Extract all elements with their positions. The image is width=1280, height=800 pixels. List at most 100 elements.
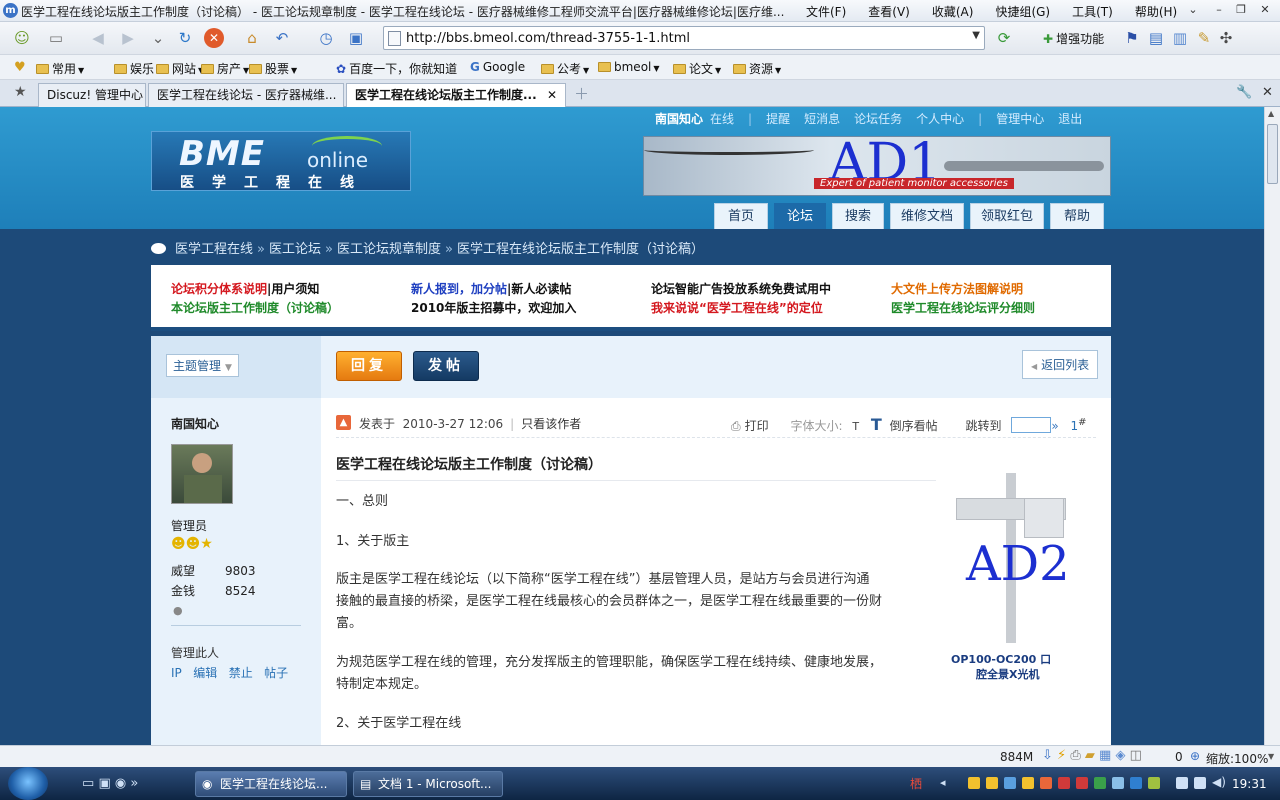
reply-button[interactable]: 回复	[336, 351, 402, 381]
notice-link[interactable]: 论坛智能广告投放系统免费试用中	[651, 280, 831, 297]
favorite-item[interactable]: 论文 ▼	[673, 60, 721, 77]
breadcrumb-item[interactable]: 医学工程在线论坛版主工作制度（讨论稿）	[457, 242, 704, 257]
home-icon[interactable]: ⌂	[240, 27, 264, 49]
start-button[interactable]	[8, 767, 48, 800]
breadcrumb-item[interactable]: 医学工程在线	[175, 242, 253, 257]
scroll-up-arrow-icon[interactable]: ▲	[1268, 109, 1274, 118]
top-link[interactable]: 管理中心	[996, 112, 1044, 126]
mail-icon[interactable]	[1112, 777, 1124, 789]
close-window-button[interactable]: ✕	[1256, 2, 1274, 18]
favorite-item[interactable]: 公考 ▼	[541, 60, 589, 77]
favorite-item[interactable]: 资源 ▼	[733, 60, 781, 77]
security-icon[interactable]	[1040, 777, 1052, 789]
qq-icon[interactable]	[1022, 777, 1034, 789]
forward-arrow-icon[interactable]: ▶	[116, 27, 140, 49]
site-logo[interactable]: BME online 医学工程在线	[151, 131, 411, 191]
shield-icon[interactable]	[1094, 777, 1106, 789]
notice-link[interactable]: 医学工程在线论坛评分细则	[891, 299, 1035, 316]
close-tabs-icon[interactable]: ✕	[1262, 85, 1273, 100]
new-post-button[interactable]: 发帖	[413, 351, 479, 381]
antivirus-icon[interactable]	[1058, 777, 1070, 789]
go-icon[interactable]: ⟳	[992, 27, 1016, 49]
nav-tab[interactable]: 维修文档	[890, 203, 964, 229]
menu-help[interactable]: 帮助(H)	[1135, 3, 1177, 20]
vertical-scrollbar[interactable]: ▲	[1264, 107, 1280, 745]
flag-icon[interactable]: ⚑	[1120, 27, 1144, 49]
bluetooth-icon[interactable]	[1130, 777, 1142, 789]
favorite-item[interactable]: bmeol ▼	[598, 60, 660, 74]
reverse-order-link[interactable]: 倒序看帖	[890, 419, 938, 433]
chevron-right-icon[interactable]: »	[130, 776, 138, 791]
top-link[interactable]: 短消息	[804, 112, 840, 126]
nav-tab[interactable]: 首页	[714, 203, 768, 229]
breadcrumb-item[interactable]: 医工论坛规章制度	[337, 242, 441, 257]
restore-button[interactable]: ❐	[1232, 2, 1250, 18]
new-tab-icon[interactable]: ＋	[574, 83, 589, 104]
menu-favorites[interactable]: 收藏(A)	[932, 3, 974, 20]
favorite-item[interactable]: 房产 ▼	[201, 60, 249, 77]
qq-icon[interactable]	[968, 777, 980, 789]
ime-icon[interactable]: 栖	[910, 775, 922, 792]
font-large-button[interactable]: T	[871, 415, 882, 434]
favorite-item[interactable]: 常用 ▼	[36, 60, 84, 77]
shield-icon[interactable]: ◫	[1130, 748, 1142, 763]
manage-ban-link[interactable]: 禁止	[229, 666, 253, 680]
close-tab-icon[interactable]: ✕	[547, 84, 557, 106]
enhance-features-button[interactable]: ✚ 增强功能	[1043, 30, 1104, 47]
history-dropdown-icon[interactable]: ⌄	[146, 27, 170, 49]
top-link[interactable]: 退出	[1058, 112, 1082, 126]
browser-quick-icon[interactable]: ◉	[115, 776, 126, 791]
network-icon[interactable]	[1004, 777, 1016, 789]
font-small-button[interactable]: T	[852, 420, 859, 433]
volume-icon[interactable]: ◀)	[1212, 775, 1226, 789]
address-bar[interactable]: http://bbs.bmeol.com/thread-3755-1-1.htm…	[383, 26, 985, 50]
favorite-item[interactable]: 娱乐▼	[114, 60, 162, 77]
nav-tab[interactable]: 搜索	[832, 203, 884, 229]
download-icon[interactable]: ⇩	[1042, 748, 1053, 763]
notice-link[interactable]: 论坛积分体系说明|用户须知	[171, 280, 319, 297]
notes-icon[interactable]: ▥	[1168, 27, 1192, 49]
alert-icon[interactable]	[1076, 777, 1088, 789]
menu-quick-groups[interactable]: 快捷组(G)	[995, 3, 1050, 20]
notice-link[interactable]: 新人报到，加分帖|新人必读帖	[411, 280, 571, 297]
menu-tools[interactable]: 工具(T)	[1072, 3, 1113, 20]
top-link[interactable]: 个人中心	[916, 112, 964, 126]
print-link[interactable]: 打印	[745, 419, 769, 433]
folder-icon[interactable]: ▰	[1085, 748, 1095, 763]
favorite-item[interactable]: 网站▼	[156, 60, 204, 77]
taskbar-item-word[interactable]: ▤ 文档 1 - Microsoft...	[353, 771, 503, 797]
taskbar-item-browser[interactable]: ◉ 医学工程在线论坛...	[195, 771, 347, 797]
new-page-icon[interactable]: ▭	[44, 27, 68, 49]
lightning-icon[interactable]: ⚡	[1057, 748, 1066, 763]
monitor-icon[interactable]	[1194, 777, 1206, 789]
breadcrumb-item[interactable]: 医工论坛	[269, 242, 321, 257]
back-to-list-button[interactable]: ◀ 返回列表	[1022, 350, 1099, 379]
side-ad-2[interactable]: AD2 OP100-OC200 口 腔全景X光机	[946, 468, 1076, 693]
chevron-down-icon[interactable]: ▼	[1268, 752, 1274, 761]
brush-icon[interactable]: ✎	[1192, 27, 1216, 49]
topic-manage-dropdown[interactable]: 主题管理 ▼	[166, 354, 239, 377]
stop-icon[interactable]: ✕	[204, 28, 224, 48]
clock-history-icon[interactable]: ◷	[314, 27, 338, 49]
undo-close-icon[interactable]: ↶	[270, 27, 294, 49]
online-status[interactable]: 在线	[710, 112, 734, 126]
nav-tab[interactable]: 帮助	[1050, 203, 1104, 229]
notice-link[interactable]: 本论坛版主工作制度（讨论稿）	[171, 299, 339, 316]
tab-discuz-admin[interactable]: Discuz! 管理中心	[38, 83, 146, 107]
nav-tab[interactable]: 论坛	[774, 203, 826, 229]
document-icon[interactable]: ▤	[1144, 27, 1168, 49]
menu-file[interactable]: 文件(F)	[806, 3, 846, 20]
minimize-button[interactable]: –	[1210, 2, 1228, 18]
notice-link[interactable]: 2010年版主招募中，欢迎加入	[411, 299, 576, 316]
show-desktop-icon[interactable]: ▭	[82, 776, 94, 791]
print-icon[interactable]: ⎙	[1070, 748, 1080, 763]
device-icon[interactable]	[1176, 777, 1188, 789]
banner-ad-1[interactable]: AD1 Expert of patient monitor accessorie…	[643, 136, 1111, 196]
update-icon[interactable]	[1148, 777, 1160, 789]
nav-tab[interactable]: 领取红包	[970, 203, 1044, 229]
scrollbar-thumb[interactable]	[1267, 124, 1278, 184]
switch-windows-icon[interactable]: ▣	[98, 776, 110, 791]
only-author-link[interactable]: 只看该作者	[521, 417, 581, 431]
manage-ip-link[interactable]: IP	[171, 666, 182, 680]
chevron-down-icon[interactable]: ▼	[972, 30, 980, 41]
